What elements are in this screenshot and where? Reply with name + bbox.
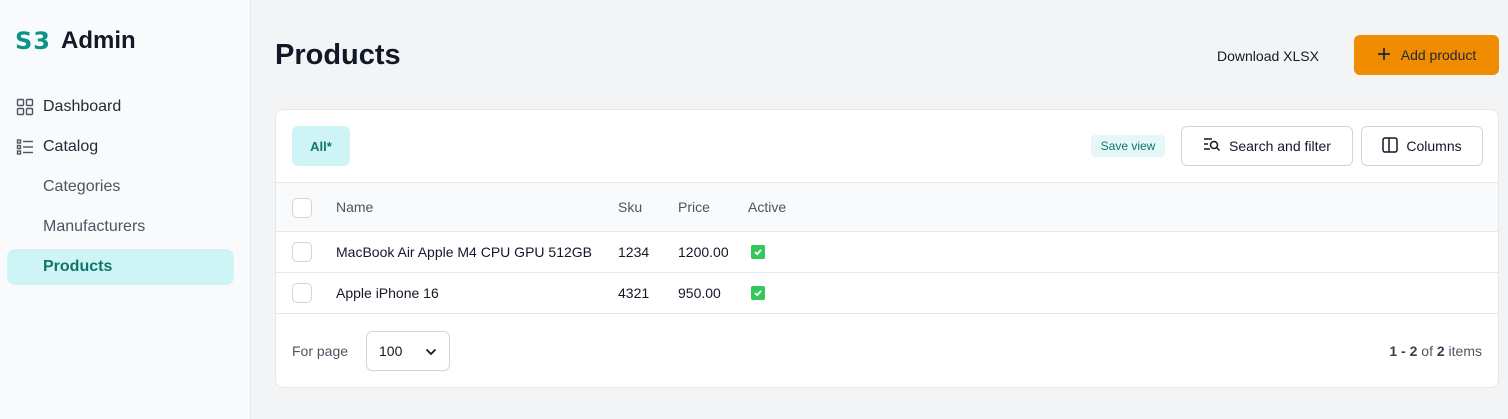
- footer-divider: [276, 313, 1498, 314]
- brand-logo: S3: [15, 27, 51, 55]
- product-name[interactable]: Apple iPhone 16: [336, 273, 439, 313]
- add-product-label: Add product: [1400, 47, 1477, 63]
- sidebar-item-label: Products: [43, 258, 113, 275]
- product-sku: 4321: [618, 285, 650, 301]
- pagination-total: 2: [1436, 343, 1445, 359]
- table-row[interactable]: MacBook Air Apple M4 CPU GPU 512GB 1234 …: [276, 232, 1498, 273]
- sidebar-item-catalog[interactable]: Catalog: [7, 129, 234, 165]
- pagination-summary: 1 - 2 of 2 items: [1389, 341, 1482, 361]
- list-icon: [15, 137, 35, 157]
- chevron-down-icon: [425, 343, 437, 359]
- columns-label: Columns: [1406, 138, 1462, 154]
- page-size-select[interactable]: 100: [366, 331, 450, 371]
- active-check-icon: [751, 273, 765, 313]
- active-check-icon: [751, 232, 765, 272]
- page-size-value: 100: [379, 343, 403, 359]
- column-header-price[interactable]: Price: [678, 183, 710, 231]
- brand-name: Admin: [60, 27, 136, 54]
- column-header-sku[interactable]: Sku: [618, 183, 642, 231]
- download-xlsx-button[interactable]: Download XLSX: [1200, 38, 1336, 74]
- products-table-card: All* Save view Search and filter Columns…: [275, 109, 1499, 388]
- search-and-filter-button[interactable]: Search and filter: [1181, 126, 1353, 166]
- columns-button[interactable]: Columns: [1361, 126, 1483, 166]
- sidebar-item-label: Catalog: [43, 138, 99, 155]
- table-header-row: Name Sku Price Active: [276, 182, 1498, 232]
- sidebar-item-manufacturers[interactable]: Manufacturers: [7, 209, 234, 245]
- tab-all[interactable]: All*: [292, 126, 350, 166]
- for-page-label: For page: [292, 343, 349, 359]
- product-sku: 1234: [618, 244, 650, 260]
- sidebar-item-dashboard[interactable]: Dashboard: [7, 89, 234, 125]
- sidebar-item-label: Categories: [43, 178, 121, 195]
- column-header-active[interactable]: Active: [748, 183, 786, 231]
- pagination-items-label: items: [1448, 343, 1482, 359]
- plus-icon: [1377, 47, 1391, 64]
- product-name[interactable]: MacBook Air Apple M4 CPU GPU 512GB: [336, 232, 592, 272]
- grid-icon: [15, 97, 35, 117]
- pagination-range: 1 - 2: [1389, 343, 1418, 359]
- product-price: 1200.00: [678, 244, 729, 260]
- column-header-name[interactable]: Name: [336, 183, 373, 231]
- sidebar: S3 Admin Dashboard Catalog Categories Ma…: [0, 0, 251, 419]
- filter-search-icon: [1203, 137, 1221, 156]
- sidebar-item-label: Manufacturers: [43, 218, 146, 235]
- product-price: 950.00: [678, 285, 721, 301]
- pagination-of: of: [1421, 343, 1433, 359]
- sidebar-item-label: Dashboard: [43, 98, 122, 115]
- columns-icon: [1382, 136, 1399, 156]
- brand[interactable]: S3 Admin: [15, 27, 136, 55]
- row-checkbox[interactable]: [292, 283, 312, 303]
- save-view-button[interactable]: Save view: [1091, 135, 1165, 157]
- search-and-filter-label: Search and filter: [1229, 138, 1331, 154]
- table-row[interactable]: Apple iPhone 16 4321 950.00: [276, 273, 1498, 314]
- select-all-checkbox[interactable]: [292, 198, 312, 218]
- page-title: Products: [275, 39, 401, 71]
- add-product-button[interactable]: Add product: [1354, 35, 1499, 75]
- sidebar-item-categories[interactable]: Categories: [7, 169, 234, 205]
- row-checkbox[interactable]: [292, 242, 312, 262]
- sidebar-item-products[interactable]: Products: [7, 249, 234, 285]
